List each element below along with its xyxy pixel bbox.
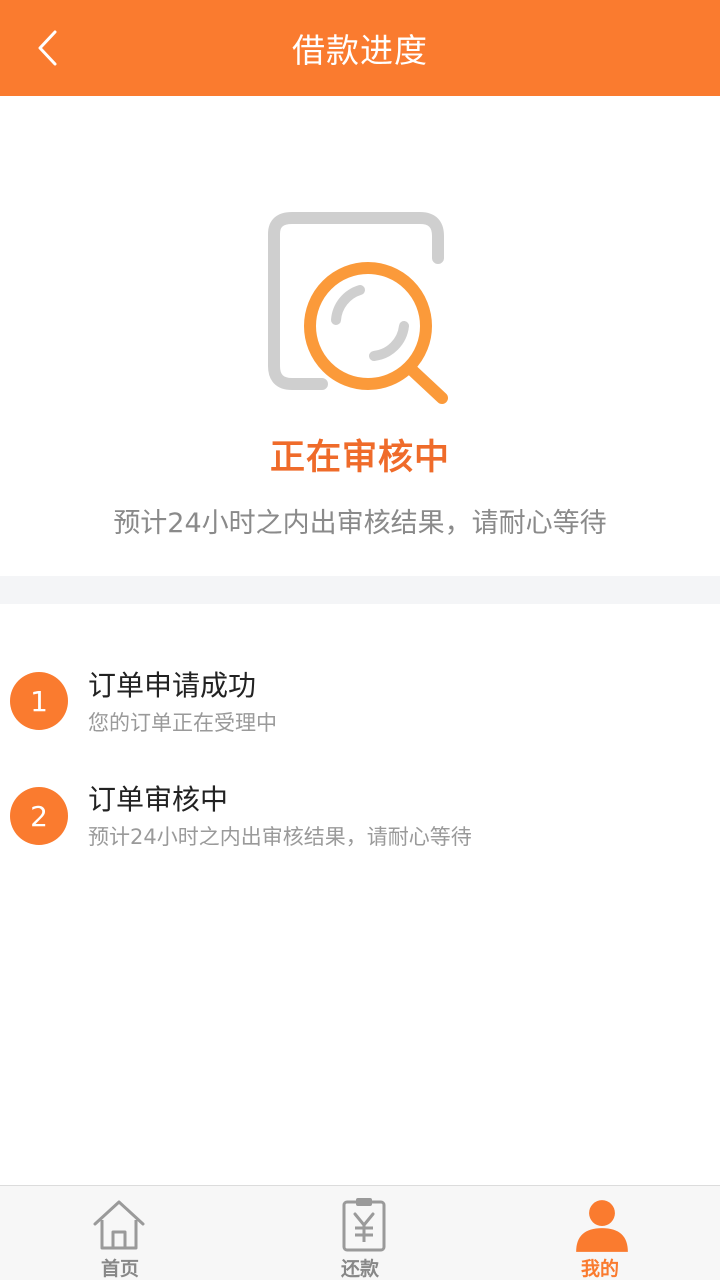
progress-step: 1 订单申请成功 您的订单正在受理中 [0,664,720,764]
bottom-tab-bar: 首页 还款 我的 [0,1185,720,1280]
user-icon [576,1200,628,1252]
step-title: 订单审核中 [88,783,229,816]
section-divider [0,576,720,604]
status-title: 正在审核中 [269,438,450,478]
step-description: 预计24小时之内出审核结果，请耐心等待 [88,825,472,849]
page-title: 借款进度 [292,31,428,70]
chevron-left-icon [38,30,57,66]
tab-mine[interactable]: 我的 [480,1186,720,1280]
loan-progress-screen: 借款进度 正在审核中 预计24小时之内出审核结果，请耐心等待 1 订单申请成功 … [0,0,720,1280]
status-description: 预计24小时之内出审核结果，请耐心等待 [113,508,607,539]
tab-label: 首页 [100,1258,139,1280]
step-title: 订单申请成功 [88,669,257,702]
tab-label: 还款 [340,1258,379,1280]
progress-step: 2 订单审核中 预计24小时之内出审核结果，请耐心等待 [0,778,720,878]
step-number-badge: 2 [10,787,68,845]
document-search-icon [268,212,448,404]
tab-label: 我的 [580,1258,619,1280]
review-status-section: 正在审核中 预计24小时之内出审核结果，请耐心等待 [0,96,720,576]
home-icon [93,1200,145,1250]
back-button[interactable] [22,24,74,72]
tab-home[interactable]: 首页 [0,1186,240,1280]
repayment-icon [342,1198,386,1252]
step-description: 您的订单正在受理中 [88,711,277,735]
step-number-badge: 1 [10,672,68,730]
tab-repayment[interactable]: 还款 [240,1186,480,1280]
top-nav-bar: 借款进度 [0,0,720,96]
